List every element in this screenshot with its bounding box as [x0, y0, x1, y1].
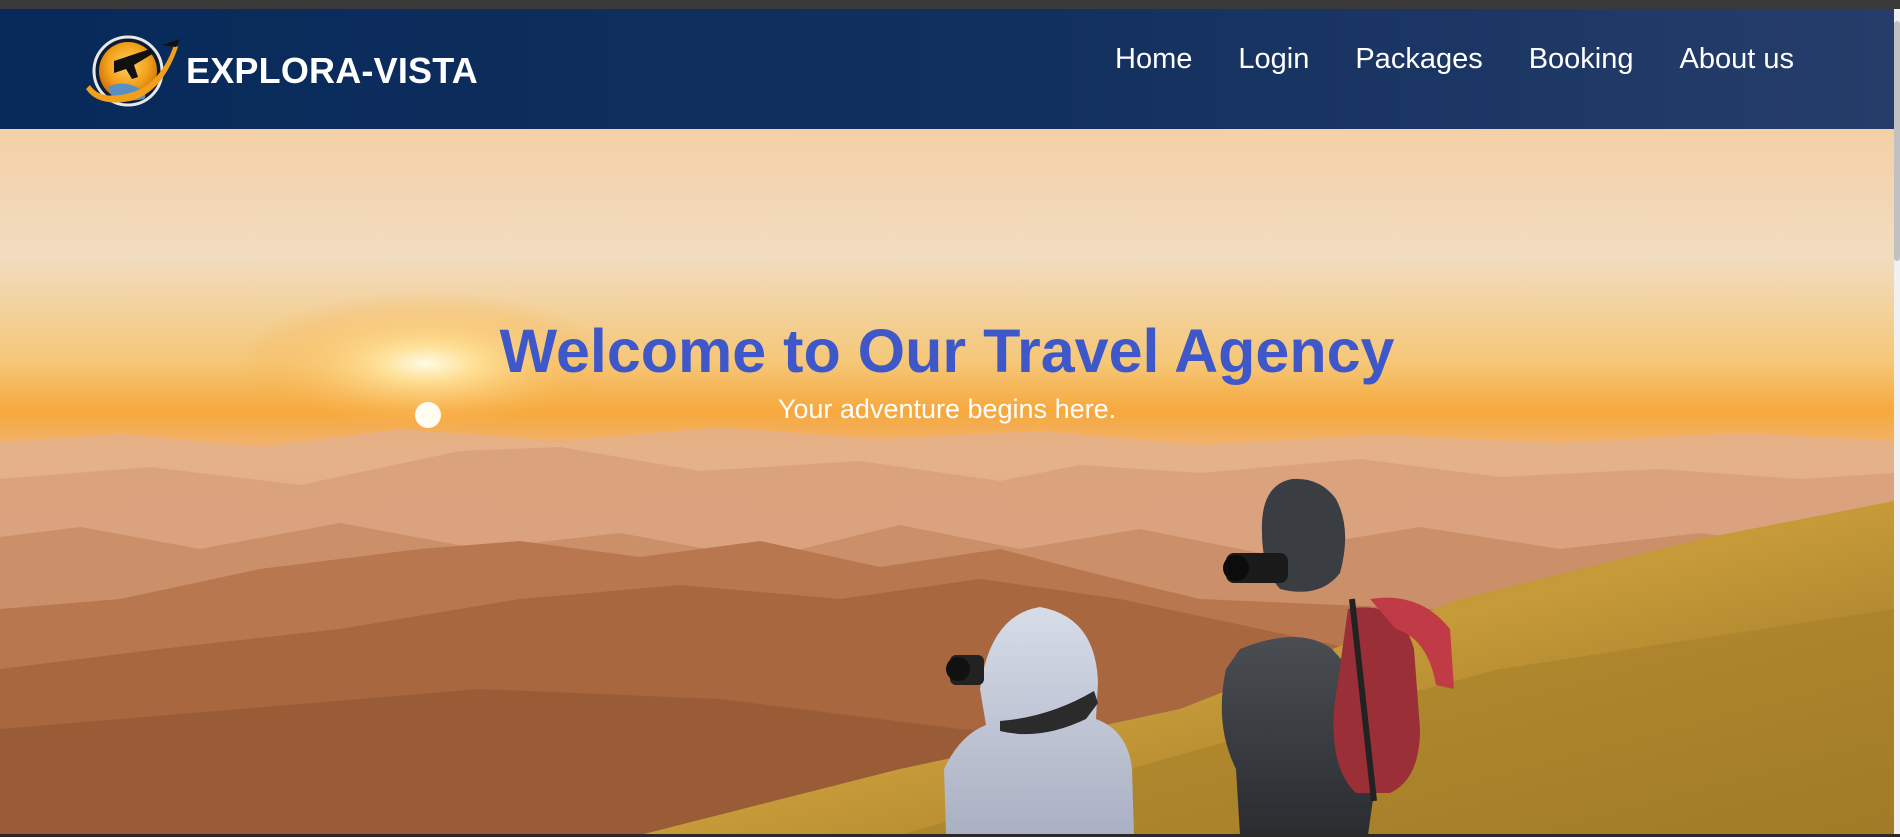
brand-name: EXPLORA-VISTA — [186, 50, 478, 91]
hero-section: Welcome to Our Travel Agency Your advent… — [0, 129, 1894, 835]
nav-link-login[interactable]: Login — [1238, 43, 1309, 76]
hero-background-image — [0, 129, 1894, 835]
nav-link-home[interactable]: Home — [1115, 43, 1192, 76]
page-viewport: EXPLORA-VISTA Home Login Packages Bookin… — [0, 9, 1894, 835]
page-scrollbar[interactable] — [1894, 9, 1900, 835]
hero-title: Welcome to Our Travel Agency — [499, 316, 1395, 385]
brand[interactable]: EXPLORA-VISTA — [78, 31, 478, 111]
nav-menu: Home Login Packages Booking About us — [1115, 43, 1794, 76]
nav-link-booking[interactable]: Booking — [1529, 43, 1634, 76]
nav-link-about-us[interactable]: About us — [1680, 43, 1794, 76]
navbar: EXPLORA-VISTA Home Login Packages Bookin… — [0, 9, 1894, 129]
browser-top-strip — [0, 0, 1900, 9]
hero-subtitle: Your adventure begins here. — [777, 394, 1117, 424]
scrollbar-thumb[interactable] — [1894, 21, 1900, 261]
nav-link-packages[interactable]: Packages — [1355, 43, 1482, 76]
globe-airplane-logo-icon — [86, 35, 180, 107]
